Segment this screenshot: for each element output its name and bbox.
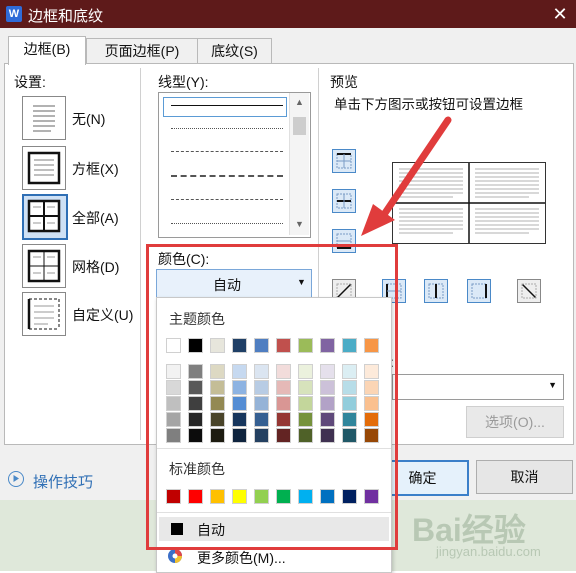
setting-all-icon[interactable] bbox=[22, 194, 68, 240]
preview-hint: 单击下方图示或按钮可设置边框 bbox=[334, 97, 523, 112]
tab-shading[interactable]: 底纹(S) bbox=[197, 38, 272, 64]
annotation-arrow-icon bbox=[361, 116, 452, 236]
scroll-down-icon[interactable]: ▼ bbox=[295, 219, 304, 229]
wps-logo-icon: W bbox=[6, 6, 22, 22]
inside-horizontal-button[interactable] bbox=[332, 189, 356, 213]
play-icon[interactable] bbox=[8, 471, 24, 487]
line-style-solid[interactable] bbox=[171, 105, 283, 106]
line-style-long-dash[interactable] bbox=[171, 175, 283, 177]
tab-page-border[interactable]: 页面边框(P) bbox=[86, 38, 198, 64]
apply-to-select[interactable]: ▼ bbox=[392, 374, 564, 400]
close-button[interactable]: ✕ bbox=[548, 3, 572, 25]
line-style-dotted[interactable] bbox=[171, 128, 283, 129]
setting-box-icon[interactable] bbox=[22, 146, 66, 190]
chevron-down-icon: ▼ bbox=[548, 380, 557, 390]
watermark-url: jingyan.baidu.com bbox=[436, 544, 541, 559]
setting-none-label[interactable]: 无(N) bbox=[72, 109, 105, 129]
line-style-scrollbar[interactable]: ▲ ▼ bbox=[289, 93, 309, 235]
setting-custom-icon[interactable] bbox=[22, 292, 66, 336]
window-title: 边框和底纹 bbox=[28, 8, 104, 25]
divider bbox=[140, 68, 141, 440]
settings-heading: 设置: bbox=[14, 74, 46, 90]
options-button[interactable]: 选项(O)... bbox=[466, 406, 564, 438]
line-style-dash-dot[interactable] bbox=[171, 199, 283, 200]
setting-box-label[interactable]: 方框(X) bbox=[72, 159, 119, 179]
right-border-button[interactable] bbox=[467, 279, 491, 303]
annotation-box bbox=[146, 244, 398, 550]
setting-none-icon[interactable] bbox=[22, 96, 66, 140]
line-style-dash-dot-dot[interactable] bbox=[171, 223, 283, 224]
tips-link[interactable]: 操作技巧 bbox=[33, 471, 93, 492]
scroll-thumb[interactable] bbox=[293, 117, 306, 135]
setting-grid-icon[interactable] bbox=[22, 244, 66, 288]
preview-heading: 预览 bbox=[330, 74, 358, 90]
tab-borders[interactable]: 边框(B) bbox=[8, 36, 86, 65]
inside-vertical-button[interactable] bbox=[424, 279, 448, 303]
top-border-button[interactable] bbox=[332, 149, 356, 173]
diagonal-up-button[interactable] bbox=[517, 279, 541, 303]
setting-custom-label[interactable]: 自定义(U) bbox=[72, 305, 133, 325]
setting-all-label[interactable]: 全部(A) bbox=[72, 208, 119, 228]
scroll-up-icon[interactable]: ▲ bbox=[295, 97, 304, 107]
setting-grid-label[interactable]: 网格(D) bbox=[72, 257, 119, 277]
line-style-dashed[interactable] bbox=[171, 151, 283, 152]
more-colors-item[interactable]: 更多颜色(M)... bbox=[197, 548, 286, 568]
cancel-button[interactable]: 取消 bbox=[476, 460, 573, 494]
line-style-label: 线型(Y): bbox=[158, 74, 209, 90]
color-wheel-icon bbox=[167, 548, 183, 564]
